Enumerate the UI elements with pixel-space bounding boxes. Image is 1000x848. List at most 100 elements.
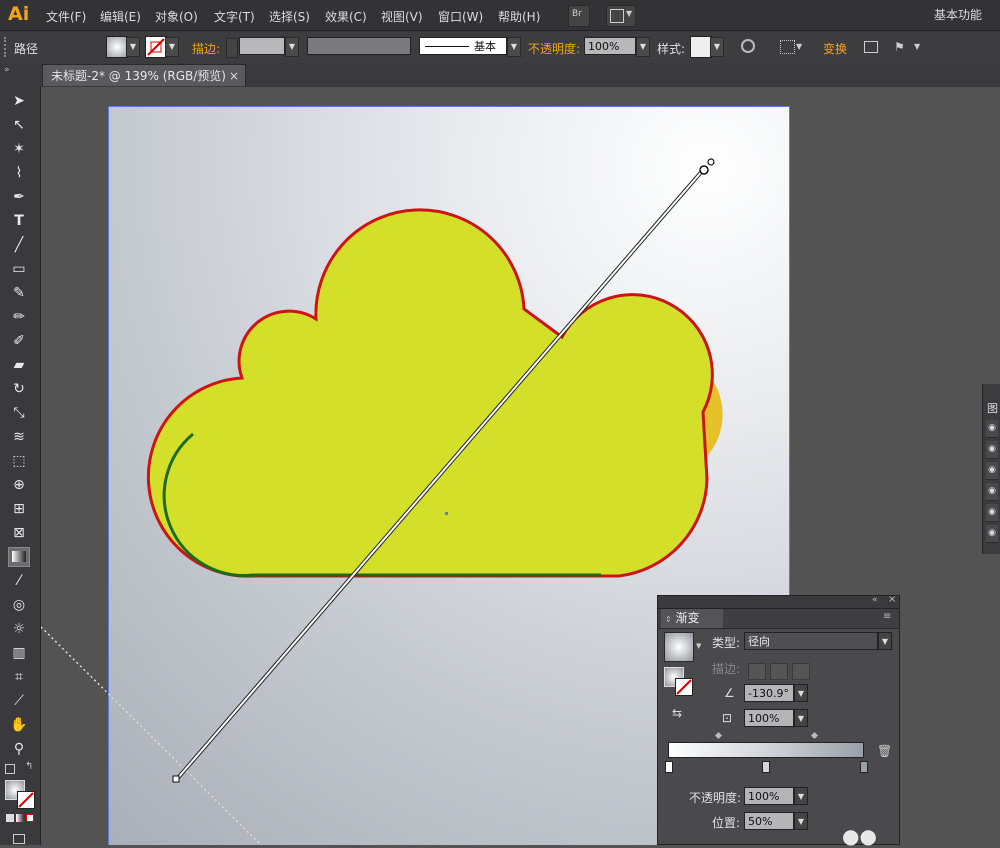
- menu-window[interactable]: 窗口(W): [438, 8, 483, 25]
- stroke-weight-stepper[interactable]: [226, 38, 238, 58]
- menu-view[interactable]: 视图(V): [381, 8, 423, 25]
- gradient-type-dropdown[interactable]: ▼: [878, 632, 892, 650]
- stop-location-input[interactable]: 50%: [744, 812, 794, 830]
- mesh-tool-icon[interactable]: ⊠: [8, 523, 30, 543]
- gradient-aspect-input[interactable]: 100%: [744, 709, 794, 727]
- type-tool-icon[interactable]: T: [8, 211, 30, 231]
- fill-swatch[interactable]: [106, 36, 128, 58]
- gradient-stop[interactable]: [762, 761, 770, 773]
- fill-dropdown[interactable]: ▼: [126, 37, 140, 57]
- menu-help[interactable]: 帮助(H): [498, 8, 540, 25]
- arrange-documents-button[interactable]: ▼: [606, 5, 636, 27]
- line-tool-icon[interactable]: ╱: [8, 235, 30, 255]
- free-transform-tool-icon[interactable]: ⬚: [8, 451, 30, 471]
- paintbrush-tool-icon[interactable]: ✎: [8, 283, 30, 303]
- symbol-sprayer-tool-icon[interactable]: ☼: [8, 619, 30, 639]
- stroke-across-button[interactable]: [792, 663, 810, 680]
- stroke-swatch[interactable]: [145, 36, 167, 58]
- close-icon[interactable]: ×: [229, 65, 239, 87]
- blob-brush-tool-icon[interactable]: ✐: [8, 331, 30, 351]
- stroke-weight-dropdown[interactable]: ▼: [285, 37, 299, 57]
- brush-definition[interactable]: 基本: [419, 37, 507, 55]
- gradient-aspect-dropdown[interactable]: ▼: [794, 709, 808, 727]
- stroke-weight-input[interactable]: [239, 37, 285, 55]
- opacity-dropdown[interactable]: ▼: [636, 37, 650, 57]
- visibility-eye-icon[interactable]: ◉: [986, 441, 998, 459]
- menu-select[interactable]: 选择(S): [269, 8, 310, 25]
- workspace-switcher[interactable]: 基本功能: [934, 6, 982, 23]
- perspective-grid-tool-icon[interactable]: ⊞: [8, 499, 30, 519]
- gradient-stop[interactable]: [860, 761, 868, 773]
- transform-link[interactable]: 变换: [823, 40, 847, 57]
- stroke-within-button[interactable]: [748, 663, 766, 680]
- collapse-tools-icon[interactable]: »: [4, 65, 10, 75]
- slice-tool-icon[interactable]: ⟋: [8, 691, 30, 711]
- menu-effect[interactable]: 效果(C): [325, 8, 367, 25]
- scale-tool-icon[interactable]: ⤡: [8, 403, 30, 423]
- gradient-type-select[interactable]: 径向: [744, 632, 878, 650]
- stroke-dropdown[interactable]: ▼: [165, 37, 179, 57]
- gradient-preview-swatch[interactable]: [664, 632, 694, 662]
- stop-opacity-input[interactable]: 100%: [744, 787, 794, 805]
- close-icon[interactable]: ×: [888, 594, 896, 605]
- gradient-angle-input[interactable]: -130.9°: [744, 684, 794, 702]
- swap-colors-icon[interactable]: ↰: [25, 761, 33, 772]
- menu-file[interactable]: 文件(F): [46, 8, 86, 25]
- gradient-tool-icon[interactable]: [8, 547, 30, 567]
- variable-width-profile[interactable]: [307, 37, 411, 55]
- visibility-eye-icon[interactable]: ◉: [986, 420, 998, 438]
- graphic-style-swatch[interactable]: [690, 36, 712, 58]
- recolor-icon[interactable]: [741, 39, 755, 53]
- bridge-button[interactable]: Br: [568, 5, 590, 27]
- opacity-input[interactable]: 100%: [584, 37, 636, 55]
- document-tab[interactable]: 未标题-2* @ 139% (RGB/预览) ×: [42, 64, 246, 86]
- style-dropdown[interactable]: ▼: [710, 37, 724, 57]
- direct-selection-tool-icon[interactable]: ↖: [8, 115, 30, 135]
- isolate-icon[interactable]: [864, 41, 878, 53]
- menu-edit[interactable]: 编辑(E): [100, 8, 141, 25]
- eraser-tool-icon[interactable]: ▰: [8, 355, 30, 375]
- panel-stroke-box[interactable]: [675, 678, 693, 696]
- pencil-tool-icon[interactable]: ✏: [8, 307, 30, 327]
- trash-icon[interactable]: 🗑: [877, 744, 892, 758]
- opacity-label[interactable]: 不透明度:: [528, 40, 580, 57]
- lasso-tool-icon[interactable]: ⌇: [8, 163, 30, 183]
- tab-gradient[interactable]: ⇕ 渐变: [661, 609, 723, 628]
- blend-tool-icon[interactable]: ◎: [8, 595, 30, 615]
- stroke-along-button[interactable]: [770, 663, 788, 680]
- zoom-tool-icon[interactable]: ⚲: [8, 739, 30, 759]
- graph-tool-icon[interactable]: ▥: [8, 643, 30, 663]
- shape-builder-tool-icon[interactable]: ⊕: [8, 475, 30, 495]
- collapse-panel-icon[interactable]: «: [872, 595, 878, 605]
- magic-wand-tool-icon[interactable]: ✶: [8, 139, 30, 159]
- panel-menu-icon[interactable]: ≡: [883, 611, 891, 622]
- pen-tool-icon[interactable]: ✒: [8, 187, 30, 207]
- gradient-angle-dropdown[interactable]: ▼: [794, 684, 808, 702]
- brush-dropdown[interactable]: ▼: [507, 37, 521, 57]
- stroke-color-box[interactable]: [17, 791, 35, 809]
- menu-type[interactable]: 文字(T): [214, 8, 255, 25]
- hand-tool-icon[interactable]: ✋: [8, 715, 30, 735]
- selection-tool-icon[interactable]: ➤: [8, 91, 30, 111]
- layers-panel-title[interactable]: 图: [987, 400, 998, 416]
- gradient-slider[interactable]: [668, 742, 864, 758]
- panel-header[interactable]: « ×: [658, 594, 899, 609]
- stop-location-dropdown[interactable]: ▼: [794, 812, 808, 830]
- align-icon[interactable]: [780, 40, 795, 54]
- screen-mode-icon[interactable]: [13, 834, 25, 844]
- visibility-eye-icon[interactable]: ◉: [986, 483, 998, 501]
- rotate-tool-icon[interactable]: ↻: [8, 379, 30, 399]
- none-mode-icon[interactable]: [26, 814, 34, 822]
- menu-object[interactable]: 对象(O): [155, 8, 198, 25]
- visibility-eye-icon[interactable]: ◉: [986, 525, 998, 543]
- stroke-weight-label[interactable]: 描边:: [192, 40, 220, 57]
- warp-tool-icon[interactable]: ≋: [8, 427, 30, 447]
- chevron-down-icon[interactable]: ▼: [696, 642, 701, 650]
- rectangle-tool-icon[interactable]: ▭: [8, 259, 30, 279]
- eyedropper-tool-icon[interactable]: ⁄: [8, 571, 30, 591]
- stop-opacity-dropdown[interactable]: ▼: [794, 787, 808, 805]
- gradient-stop[interactable]: [665, 761, 673, 773]
- panel-menu-icon[interactable]: ⚑: [894, 40, 905, 54]
- visibility-eye-icon[interactable]: ◉: [986, 504, 998, 522]
- color-mode-icon[interactable]: [6, 814, 14, 822]
